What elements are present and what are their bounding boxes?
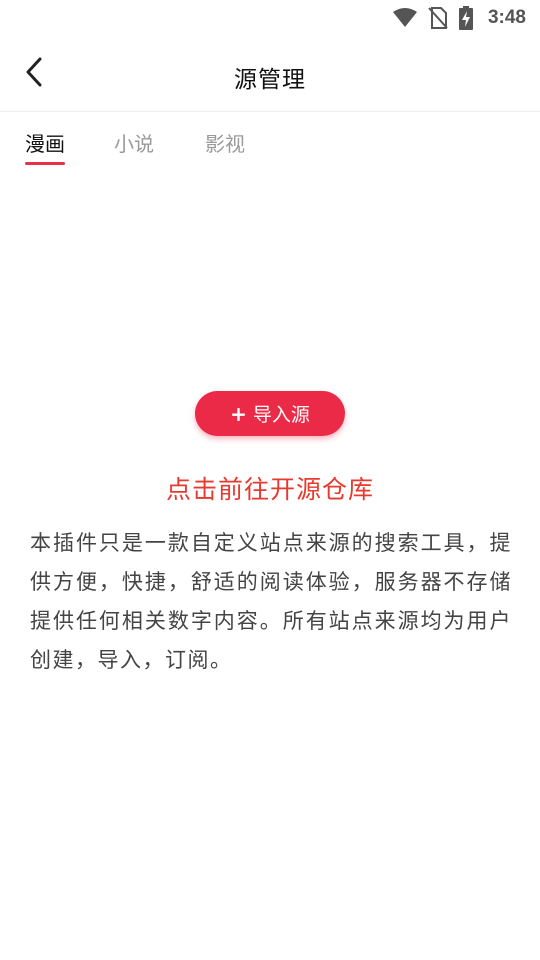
status-bar: 3:48 — [0, 0, 540, 36]
tab-videos[interactable]: 影视 — [205, 128, 245, 157]
tab-novels[interactable]: 小说 — [114, 128, 154, 157]
tab-comics[interactable]: 漫画 — [25, 128, 65, 165]
no-sim-icon — [428, 7, 448, 29]
status-time: 3:48 — [487, 7, 526, 28]
battery-charging-icon — [458, 6, 474, 30]
plus-icon: + — [230, 401, 247, 426]
import-source-label: 导入源 — [252, 404, 310, 426]
tab-label: 影视 — [205, 132, 245, 156]
open-source-repo-link[interactable]: 点击前往开源仓库 — [0, 470, 540, 506]
tab-bar: 漫画 小说 影视 — [0, 112, 540, 170]
import-source-button[interactable]: + 导入源 — [195, 391, 345, 436]
tab-label: 小说 — [114, 132, 154, 156]
active-tab-indicator — [25, 162, 65, 165]
app-bar: 源管理 — [0, 36, 540, 112]
wifi-icon — [392, 8, 418, 28]
page-title: 源管理 — [234, 67, 306, 93]
disclaimer-text: 本插件只是一款自定义站点来源的搜索工具，提供方便，快捷，舒适的阅读体验，服务器不… — [30, 531, 512, 672]
tab-label: 漫画 — [25, 132, 65, 156]
